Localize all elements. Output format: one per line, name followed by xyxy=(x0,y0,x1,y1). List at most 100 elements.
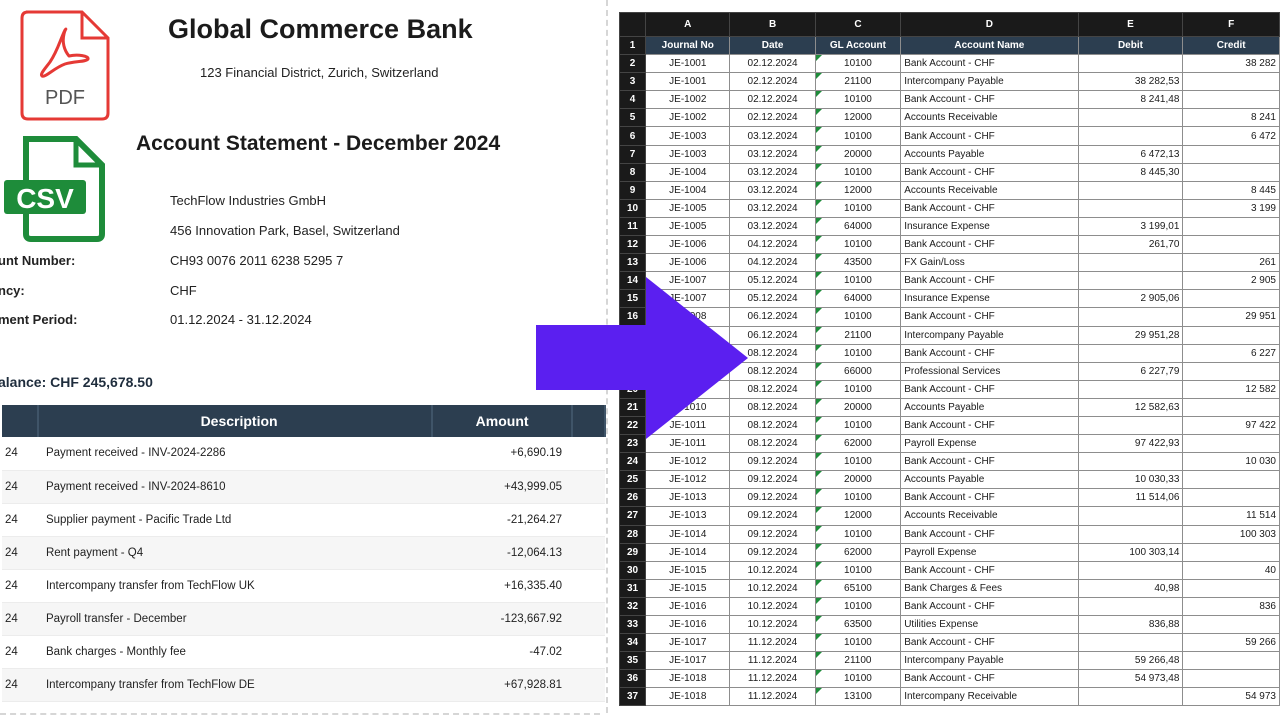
debit-cell[interactable]: 100 303,14 xyxy=(1077,542,1184,562)
row-number-header[interactable]: 26 xyxy=(619,488,647,508)
debit-cell[interactable] xyxy=(1077,343,1184,363)
debit-cell[interactable] xyxy=(1077,452,1184,472)
credit-cell[interactable]: 11 514 xyxy=(1182,506,1280,526)
journal-no-cell[interactable]: JE-1016 xyxy=(645,596,731,617)
debit-cell[interactable]: 3 199,01 xyxy=(1077,216,1184,237)
credit-cell[interactable] xyxy=(1182,669,1280,689)
credit-cell[interactable]: 836 xyxy=(1182,596,1280,617)
debit-cell[interactable] xyxy=(1077,596,1184,617)
account-name-cell[interactable]: Bank Account - CHF xyxy=(900,560,1079,580)
account-name-cell[interactable]: Bank Account - CHF xyxy=(900,198,1079,218)
debit-cell[interactable]: 8 241,48 xyxy=(1077,90,1184,110)
debit-cell[interactable]: 2 905,06 xyxy=(1077,289,1184,309)
row-number-header[interactable]: 3 xyxy=(619,72,647,92)
debit-cell[interactable]: 29 951,28 xyxy=(1077,325,1184,345)
credit-cell[interactable] xyxy=(1182,488,1280,508)
account-name-cell[interactable]: Intercompany Payable xyxy=(900,325,1079,345)
credit-cell[interactable] xyxy=(1182,542,1280,562)
account-name-cell[interactable]: Accounts Receivable xyxy=(900,108,1079,128)
debit-cell[interactable]: 10 030,33 xyxy=(1077,470,1184,490)
account-name-cell[interactable]: FX Gain/Loss xyxy=(900,253,1079,273)
date-cell[interactable]: 04.12.2024 xyxy=(729,253,816,273)
journal-no-cell[interactable]: JE-1017 xyxy=(645,633,731,653)
debit-cell[interactable] xyxy=(1077,198,1184,218)
row-number-header[interactable]: 27 xyxy=(619,506,647,526)
gl-account-cell[interactable]: 10100 xyxy=(814,452,902,472)
credit-cell[interactable]: 59 266 xyxy=(1182,633,1280,653)
account-name-cell[interactable]: Bank Account - CHF xyxy=(900,126,1079,146)
gl-account-cell[interactable]: 12000 xyxy=(814,506,902,526)
journal-no-cell[interactable]: JE-1014 xyxy=(645,524,731,544)
gl-account-cell[interactable]: 10100 xyxy=(814,198,902,218)
date-cell[interactable]: 09.12.2024 xyxy=(729,542,816,562)
date-cell[interactable]: 10.12.2024 xyxy=(729,596,816,617)
date-cell[interactable]: 03.12.2024 xyxy=(729,180,816,200)
date-cell[interactable]: 03.12.2024 xyxy=(729,126,816,146)
gl-account-cell[interactable]: 10100 xyxy=(814,90,902,110)
credit-cell[interactable] xyxy=(1182,434,1280,454)
journal-no-cell[interactable]: JE-1013 xyxy=(645,506,731,526)
journal-no-cell[interactable]: JE-1013 xyxy=(645,488,731,508)
gl-account-cell[interactable]: 21100 xyxy=(814,651,902,671)
gl-account-cell[interactable]: 10100 xyxy=(814,307,902,327)
row-number-header[interactable]: 29 xyxy=(619,542,647,562)
date-cell[interactable]: 09.12.2024 xyxy=(729,470,816,490)
gl-account-cell[interactable]: 64000 xyxy=(814,289,902,309)
date-cell[interactable]: 11.12.2024 xyxy=(729,669,816,689)
credit-cell[interactable]: 54 973 xyxy=(1182,687,1280,707)
account-name-cell[interactable]: Bank Account - CHF xyxy=(900,415,1079,436)
gl-account-cell[interactable]: 10100 xyxy=(814,54,902,74)
account-name-cell[interactable]: Bank Account - CHF xyxy=(900,90,1079,110)
journal-no-cell[interactable]: JE-1015 xyxy=(645,560,731,580)
select-all-corner[interactable] xyxy=(619,12,647,37)
account-name-cell[interactable]: Bank Account - CHF xyxy=(900,524,1079,544)
credit-cell[interactable]: 2 905 xyxy=(1182,271,1280,291)
debit-cell[interactable]: 836,88 xyxy=(1077,614,1184,635)
date-cell[interactable]: 11.12.2024 xyxy=(729,651,816,671)
gl-account-cell[interactable]: 10100 xyxy=(814,633,902,653)
column-letter-header[interactable]: F xyxy=(1182,12,1280,37)
gl-account-cell[interactable]: 10100 xyxy=(814,560,902,580)
gl-account-cell[interactable]: 66000 xyxy=(814,361,902,381)
debit-cell[interactable] xyxy=(1077,506,1184,526)
row-number-header[interactable]: 28 xyxy=(619,524,647,544)
account-name-cell[interactable]: Accounts Payable xyxy=(900,470,1079,490)
credit-cell[interactable]: 6 227 xyxy=(1182,343,1280,363)
credit-cell[interactable]: 100 303 xyxy=(1182,524,1280,544)
credit-cell[interactable] xyxy=(1182,325,1280,345)
debit-cell[interactable]: 261,70 xyxy=(1077,235,1184,255)
journal-no-cell[interactable]: JE-1006 xyxy=(645,235,731,255)
journal-no-cell[interactable]: JE-1017 xyxy=(645,651,731,671)
debit-cell[interactable] xyxy=(1077,560,1184,580)
date-cell[interactable]: 11.12.2024 xyxy=(729,633,816,653)
row-number-header[interactable]: 37 xyxy=(619,687,647,707)
row-number-header[interactable]: 11 xyxy=(619,216,647,237)
account-name-cell[interactable]: Accounts Payable xyxy=(900,397,1079,417)
debit-cell[interactable]: 8 445,30 xyxy=(1077,162,1184,182)
row-number-header[interactable]: 35 xyxy=(619,651,647,671)
spreadsheet-header-cell[interactable]: Debit xyxy=(1077,35,1184,56)
journal-no-cell[interactable]: JE-1003 xyxy=(645,126,731,146)
spreadsheet-header-cell[interactable]: Account Name xyxy=(900,35,1079,56)
credit-cell[interactable]: 29 951 xyxy=(1182,307,1280,327)
account-name-cell[interactable]: Bank Account - CHF xyxy=(900,54,1079,74)
debit-cell[interactable]: 40,98 xyxy=(1077,578,1184,598)
row-number-header[interactable]: 33 xyxy=(619,614,647,635)
column-letter-header[interactable]: C xyxy=(814,12,902,37)
account-name-cell[interactable]: Bank Account - CHF xyxy=(900,271,1079,291)
journal-no-cell[interactable]: JE-1005 xyxy=(645,198,731,218)
gl-account-cell[interactable]: 21100 xyxy=(814,325,902,345)
account-name-cell[interactable]: Payroll Expense xyxy=(900,434,1079,454)
journal-no-cell[interactable]: JE-1018 xyxy=(645,669,731,689)
gl-account-cell[interactable]: 21100 xyxy=(814,72,902,92)
account-name-cell[interactable]: Accounts Receivable xyxy=(900,506,1079,526)
gl-account-cell[interactable]: 43500 xyxy=(814,253,902,273)
spreadsheet-header-cell[interactable]: Journal No xyxy=(645,35,731,56)
gl-account-cell[interactable]: 10100 xyxy=(814,126,902,146)
account-name-cell[interactable]: Intercompany Payable xyxy=(900,72,1079,92)
credit-cell[interactable] xyxy=(1182,289,1280,309)
date-cell[interactable]: 09.12.2024 xyxy=(729,506,816,526)
account-name-cell[interactable]: Bank Account - CHF xyxy=(900,596,1079,617)
date-cell[interactable]: 02.12.2024 xyxy=(729,54,816,74)
account-name-cell[interactable]: Bank Account - CHF xyxy=(900,488,1079,508)
